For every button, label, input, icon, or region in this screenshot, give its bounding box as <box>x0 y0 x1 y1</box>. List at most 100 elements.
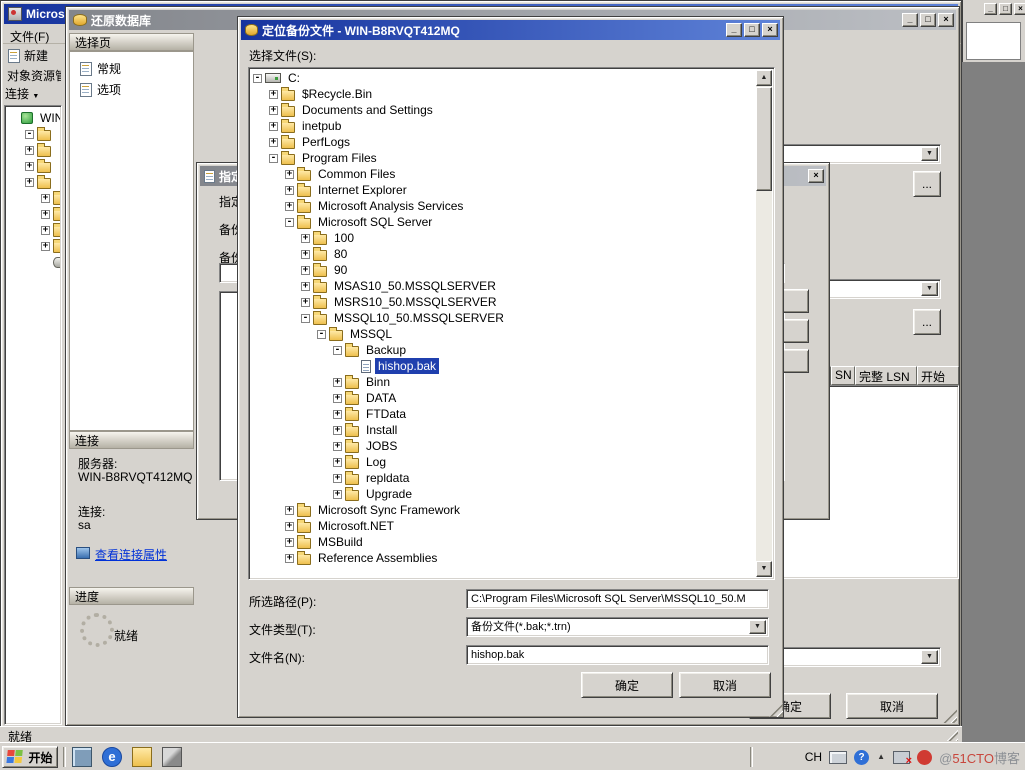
page-item-general[interactable]: 常规 <box>70 58 193 79</box>
explorer-folder-icon[interactable] <box>132 747 152 767</box>
tree-item[interactable]: -MSSQL <box>251 326 755 342</box>
management-studio-icon[interactable] <box>162 747 182 767</box>
object-explorer-tree[interactable]: WIN-+++++++ <box>4 105 62 725</box>
tree-item[interactable]: - <box>7 126 60 142</box>
tree-item[interactable]: +DATA <box>251 390 755 406</box>
expand-toggle[interactable]: + <box>333 394 342 403</box>
network-error-icon[interactable] <box>893 751 910 764</box>
tree-item[interactable]: +Microsoft.NET <box>251 518 755 534</box>
maximize-button[interactable]: □ <box>744 23 760 37</box>
expand-toggle[interactable]: + <box>25 146 34 155</box>
expand-toggle[interactable]: + <box>301 250 310 259</box>
expand-toggle[interactable]: + <box>269 122 278 131</box>
tree-item[interactable]: +Binn <box>251 374 755 390</box>
tree-item[interactable]: + <box>7 222 60 238</box>
page-item-options[interactable]: 选项 <box>70 79 193 100</box>
expand-toggle[interactable]: + <box>269 138 278 147</box>
close-button[interactable]: × <box>938 13 954 27</box>
tree-item[interactable]: WIN <box>7 110 60 126</box>
expand-toggle[interactable]: + <box>333 410 342 419</box>
expand-toggle[interactable]: + <box>285 506 294 515</box>
tree-item[interactable]: -Backup <box>251 342 755 358</box>
new-query-button[interactable]: 新建 <box>3 45 53 66</box>
show-hidden-icons-icon[interactable] <box>876 752 886 762</box>
scroll-down-button[interactable]: ▼ <box>756 561 772 577</box>
tree-item[interactable]: +Internet Explorer <box>251 182 755 198</box>
connect-button[interactable]: 连接 ▼ <box>5 87 39 101</box>
expand-toggle[interactable]: + <box>333 474 342 483</box>
file-type-combo[interactable]: 备份文件(*.bak;*.trn) ▼ <box>466 617 769 637</box>
dropdown-arrow-icon[interactable]: ▼ <box>749 620 766 634</box>
scroll-thumb[interactable] <box>756 87 772 191</box>
tree-item[interactable]: +90 <box>251 262 755 278</box>
expand-toggle[interactable]: + <box>301 234 310 243</box>
collapse-toggle[interactable]: - <box>301 314 310 323</box>
expand-toggle[interactable]: + <box>41 242 50 251</box>
expand-toggle[interactable]: + <box>41 226 50 235</box>
expand-toggle[interactable]: + <box>41 210 50 219</box>
expand-toggle[interactable]: + <box>285 554 294 563</box>
collapse-toggle[interactable]: - <box>269 154 278 163</box>
tree-item[interactable]: +Install <box>251 422 755 438</box>
scroll-up-button[interactable]: ▲ <box>756 70 772 86</box>
tree-item[interactable]: +Microsoft Analysis Services <box>251 198 755 214</box>
tree-item[interactable]: + <box>7 142 60 158</box>
expand-toggle[interactable]: + <box>285 522 294 531</box>
tree-item[interactable]: + <box>7 174 60 190</box>
tree-item[interactable]: +FTData <box>251 406 755 422</box>
tree-item[interactable]: +80 <box>251 246 755 262</box>
tree-item[interactable]: +Common Files <box>251 166 755 182</box>
expand-toggle[interactable]: + <box>333 426 342 435</box>
outer-maximize-button[interactable]: □ <box>999 3 1012 15</box>
cancel-button[interactable]: 取消 <box>679 672 771 698</box>
dropdown-arrow-icon[interactable]: ▼ <box>921 650 938 664</box>
expand-toggle[interactable]: + <box>285 202 294 211</box>
tree-item[interactable]: +MSRS10_50.MSSQLSERVER <box>251 294 755 310</box>
language-indicator[interactable]: CH <box>805 750 822 764</box>
expand-toggle[interactable]: + <box>333 378 342 387</box>
tree-item[interactable]: +Upgrade <box>251 486 755 502</box>
browse-button-top[interactable]: ... <box>913 171 941 197</box>
expand-toggle[interactable]: + <box>285 538 294 547</box>
start-button[interactable]: 开始 <box>2 746 58 768</box>
close-button[interactable]: × <box>808 169 824 183</box>
view-connection-properties-link[interactable]: 查看连接属性 <box>95 546 167 563</box>
tree-item[interactable]: +JOBS <box>251 438 755 454</box>
tree-item[interactable]: -Microsoft SQL Server <box>251 214 755 230</box>
expand-toggle[interactable]: + <box>301 266 310 275</box>
tree-item[interactable]: +repldata <box>251 470 755 486</box>
expand-toggle[interactable]: + <box>301 282 310 291</box>
file-name-field[interactable]: hishop.bak <box>466 645 769 665</box>
tree-item[interactable]: -C: <box>251 70 755 86</box>
minimize-button[interactable]: _ <box>726 23 742 37</box>
expand-toggle[interactable]: + <box>333 442 342 451</box>
expand-toggle[interactable]: + <box>269 106 278 115</box>
outer-close-button[interactable]: × <box>1014 3 1025 15</box>
tree-item[interactable]: +$Recycle.Bin <box>251 86 755 102</box>
resize-grip[interactable] <box>943 709 957 723</box>
tree-item[interactable]: -Program Files <box>251 150 755 166</box>
file-tree[interactable]: -C:+$Recycle.Bin+Documents and Settings+… <box>248 67 775 580</box>
tree-item[interactable]: + <box>7 190 60 206</box>
minimize-button[interactable]: _ <box>902 13 918 27</box>
selected-path-field[interactable]: C:\Program Files\Microsoft SQL Server\MS… <box>466 589 769 609</box>
window-resize-grip[interactable] <box>946 729 958 741</box>
tree-item[interactable]: +PerfLogs <box>251 134 755 150</box>
dropdown-arrow-icon[interactable]: ▼ <box>921 147 938 161</box>
vertical-scrollbar[interactable]: ▲ ▼ <box>756 70 772 577</box>
tree-item[interactable]: hishop.bak <box>251 358 755 374</box>
collapse-toggle[interactable]: - <box>333 346 342 355</box>
tree-item[interactable]: +Microsoft Sync Framework <box>251 502 755 518</box>
expand-toggle[interactable]: + <box>25 162 34 171</box>
show-desktop-icon[interactable] <box>72 747 92 767</box>
collapse-toggle[interactable]: - <box>285 218 294 227</box>
tree-item[interactable]: +100 <box>251 230 755 246</box>
collapse-toggle[interactable]: - <box>317 330 326 339</box>
expand-toggle[interactable]: + <box>333 458 342 467</box>
internet-explorer-icon[interactable] <box>102 747 122 767</box>
tree-item[interactable]: +inetpub <box>251 118 755 134</box>
collapse-toggle[interactable]: - <box>253 74 262 83</box>
keyboard-icon[interactable] <box>829 751 847 764</box>
expand-toggle[interactable]: + <box>285 186 294 195</box>
expand-toggle[interactable]: + <box>269 90 278 99</box>
